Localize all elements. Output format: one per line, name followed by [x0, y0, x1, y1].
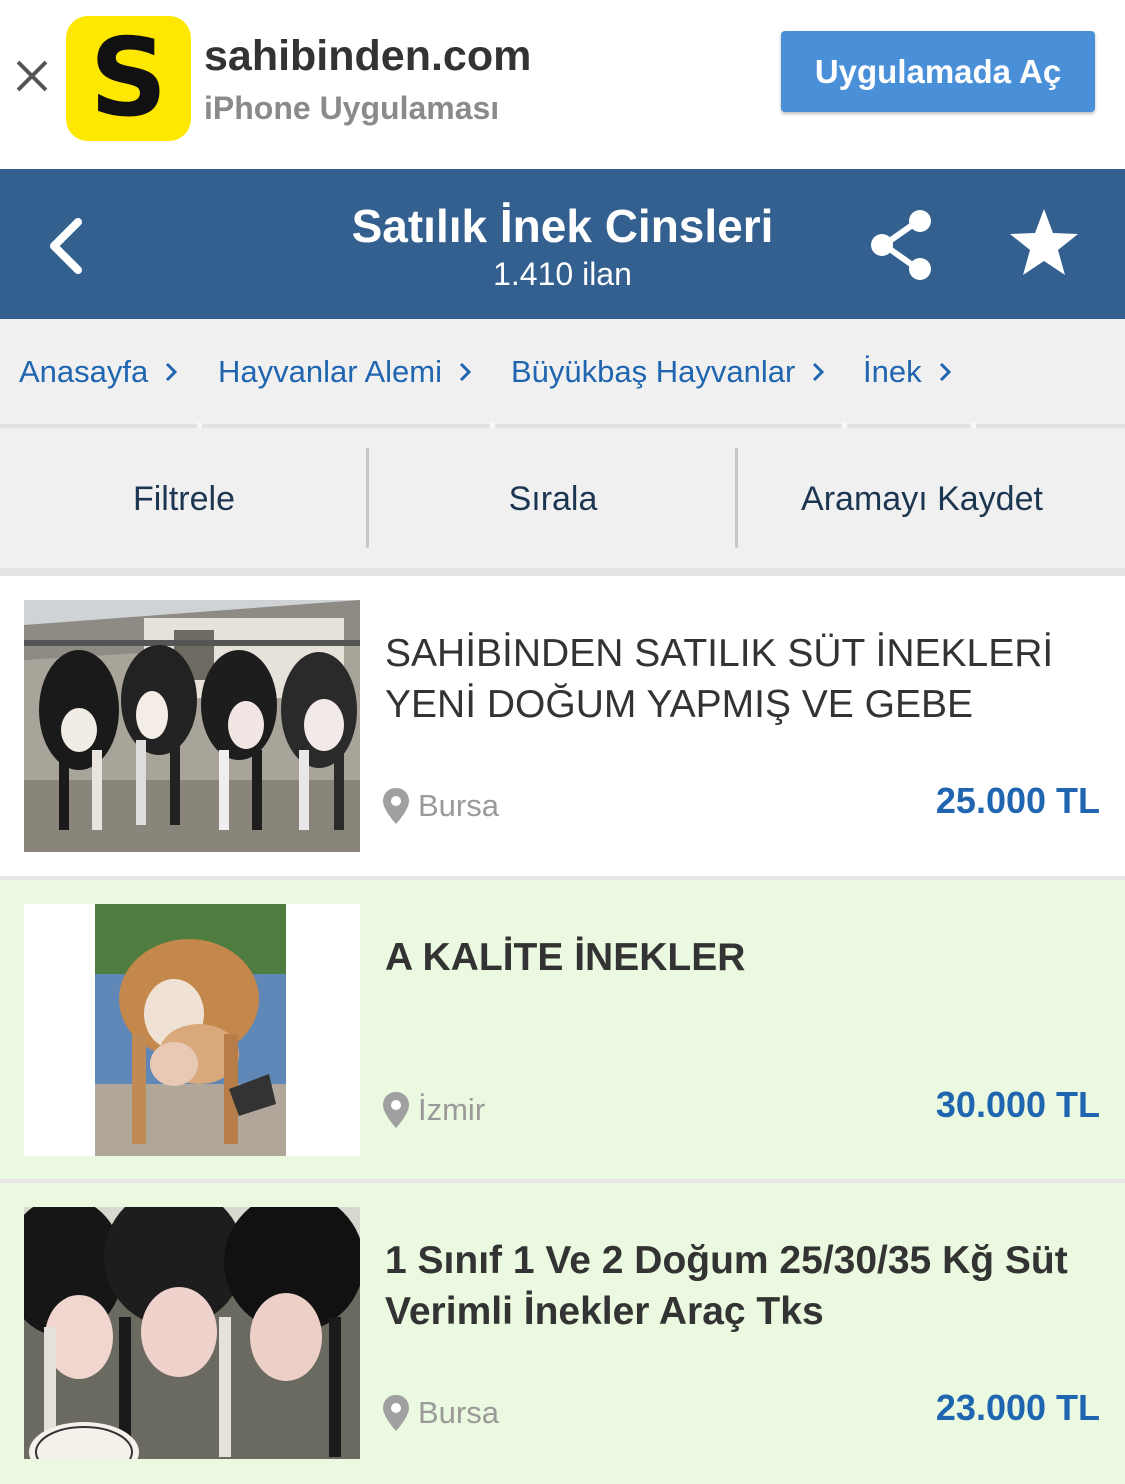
location-label: İzmir — [418, 1092, 486, 1127]
breadcrumb-item-livestock[interactable]: Büyükbaş Hayvanlar — [511, 319, 825, 425]
page-title: Satılık İnek Cinsleri — [351, 200, 774, 252]
breadcrumb-item-home[interactable]: Anasayfa — [19, 319, 178, 425]
app-name: sahibinden.com — [204, 32, 532, 80]
open-in-app-button[interactable]: Uygulamada Aç — [781, 31, 1095, 112]
listing-price: 30.000 TL — [935, 1084, 1100, 1125]
listing-item[interactable]: 1 Sınıf 1 Ve 2 Doğum 25/30/35 Kğ Süt Ver… — [0, 1183, 1125, 1484]
listing-photo — [24, 1207, 360, 1459]
page-header: Satılık İnek Cinsleri 1.410 ilan — [0, 169, 1125, 319]
breadcrumb-label: Anasayfa — [19, 354, 149, 389]
location-label: Bursa — [418, 788, 499, 823]
location-label: Bursa — [418, 1395, 499, 1430]
listing-photo — [24, 904, 360, 1156]
breadcrumb-label: Hayvanlar Alemi — [218, 354, 442, 389]
breadcrumb-item-animals[interactable]: Hayvanlar Alemi — [218, 319, 472, 425]
chevron-right-icon — [459, 362, 472, 382]
chevron-right-icon — [166, 362, 178, 382]
breadcrumb-label: İnek — [863, 354, 922, 389]
action-toolbar: Filtrele Sırala Aramayı Kaydet — [0, 428, 1125, 570]
listing-item[interactable]: SAHİBİNDEN SATILIK SÜT İNEKLERİ YENİ DOĞ… — [0, 576, 1125, 877]
listing-title: 1 Sınıf 1 Ve 2 Doğum 25/30/35 Kğ Süt Ver… — [385, 1239, 1068, 1333]
listing-title: A KALİTE İNEKLER — [385, 936, 746, 979]
app-subtitle: iPhone Uygulaması — [204, 90, 500, 126]
breadcrumb-label: Büyükbaş Hayvanlar — [511, 354, 796, 389]
chevron-right-icon — [939, 362, 951, 382]
listing-location: Bursa — [382, 784, 499, 828]
chevron-right-icon — [813, 362, 825, 382]
breadcrumb-item-cow[interactable]: İnek — [863, 319, 952, 425]
breadcrumb: Anasayfa Hayvanlar Alemi Büyükbaş Hayvan… — [0, 319, 1125, 425]
close-icon[interactable] — [12, 56, 52, 96]
listing-item[interactable]: A KALİTE İNEKLER İzmir 30.000 TL — [0, 880, 1125, 1181]
location-pin-icon — [383, 1092, 409, 1128]
favorite-star-icon[interactable] — [1008, 207, 1080, 279]
filter-button[interactable]: Filtrele — [0, 428, 368, 570]
listing-photo — [24, 600, 360, 852]
listing-location: İzmir — [382, 1088, 485, 1132]
listing-location: Bursa — [382, 1391, 499, 1435]
listing-title: SAHİBİNDEN SATILIK SÜT İNEKLERİ YENİ DOĞ… — [385, 632, 1054, 726]
location-pin-icon — [383, 1395, 409, 1431]
app-banner: S sahibinden.com iPhone Uygulaması Uygul… — [0, 0, 1125, 169]
divider — [0, 568, 1125, 576]
listing-price: 23.000 TL — [935, 1387, 1100, 1428]
save-search-button[interactable]: Aramayı Kaydet — [738, 428, 1106, 570]
listing-count: 1.410 ilan — [493, 256, 632, 292]
location-pin-icon — [383, 788, 409, 824]
sort-button[interactable]: Sırala — [369, 428, 737, 570]
share-icon[interactable] — [866, 207, 938, 283]
listing-price: 25.000 TL — [935, 780, 1100, 821]
app-logo: S — [66, 16, 191, 141]
